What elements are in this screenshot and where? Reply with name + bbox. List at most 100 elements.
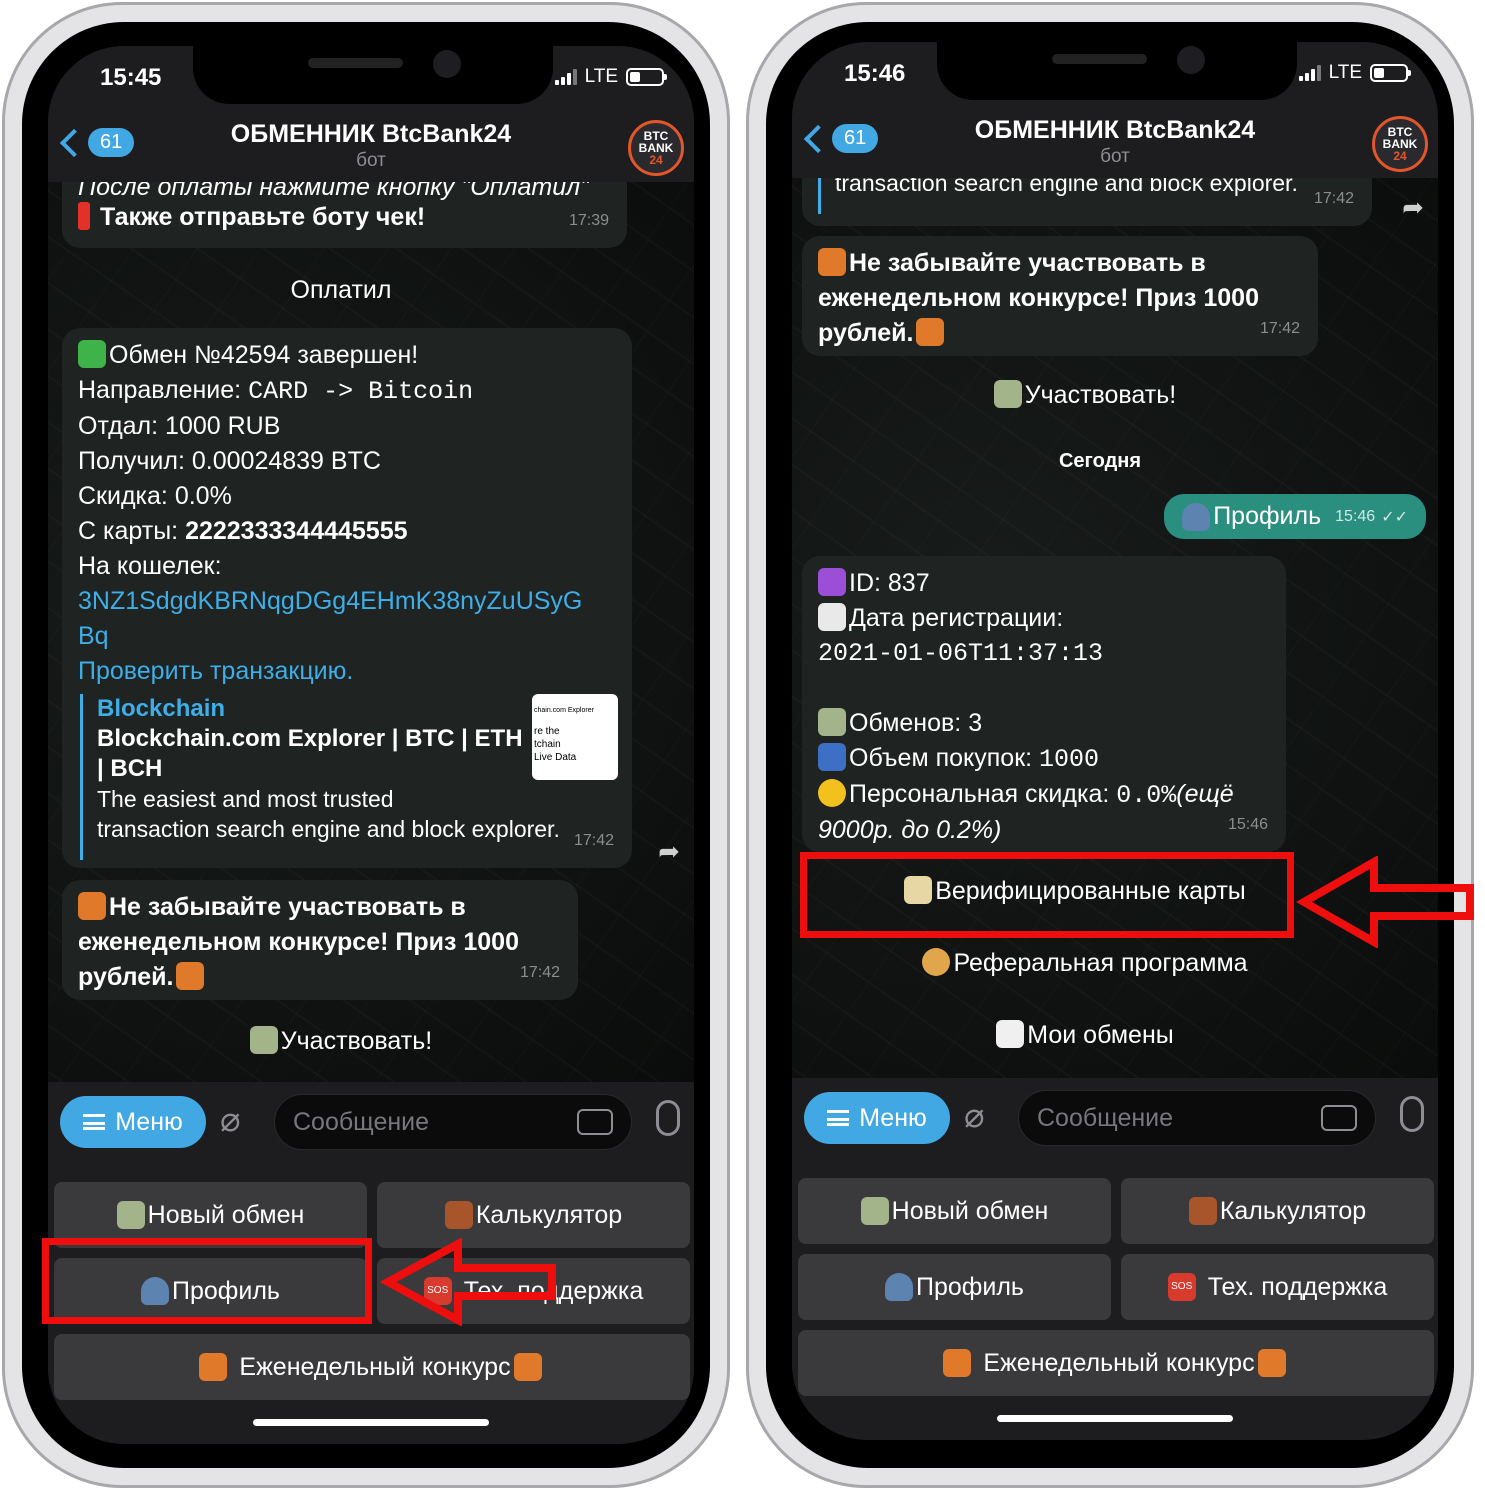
microphone-icon[interactable] <box>1400 1096 1424 1132</box>
money-icon <box>993 380 1022 408</box>
hamburger-icon <box>827 1110 850 1126</box>
volume-label: Объем покупок: <box>849 744 1040 772</box>
highlight-box-profile <box>42 1238 372 1324</box>
signal-icon <box>554 69 577 85</box>
microphone-icon[interactable] <box>656 1100 680 1136</box>
date-separator: Сегодня <box>1058 450 1142 472</box>
new-exchange-button[interactable]: Новый обмен <box>798 1178 1111 1244</box>
status-indicators: LTE <box>1298 62 1411 84</box>
abacus-icon <box>1188 1197 1217 1225</box>
gift-icon <box>513 1353 542 1381</box>
status-time: 15:45 <box>100 64 162 91</box>
contest-text: рублей. <box>78 963 174 991</box>
contest-text: Не забывайте участвовать в <box>109 893 466 921</box>
attach-icon[interactable]: ⌀ <box>220 1100 240 1140</box>
registration-date: 2021-01-06T11:37:13 <box>818 639 1104 668</box>
contest-button[interactable]: Еженедельный конкурс <box>54 1334 690 1400</box>
message-input[interactable]: Сообщение <box>1018 1090 1376 1146</box>
check-transaction-link[interactable]: Проверить транзакцию. <box>78 654 616 689</box>
person-icon <box>885 1273 914 1301</box>
volume-value: 1000 <box>1039 745 1100 774</box>
network-type: LTE <box>1328 62 1362 83</box>
message-time: 17:42 <box>519 964 560 981</box>
chat-subtitle: бот <box>1100 146 1130 167</box>
gift-icon <box>943 1349 972 1377</box>
chat-title: ОБМЕННИК BtcBank24 <box>974 116 1256 144</box>
menu-button[interactable]: Меню <box>804 1092 950 1144</box>
screen-right: transaction search engine and block expl… <box>792 42 1438 1440</box>
button-label: Новый обмен <box>147 1200 305 1229</box>
menu-button[interactable]: Меню <box>60 1096 206 1148</box>
chart-icon <box>818 743 846 771</box>
preview-thumbnail: chain.com Explorer re the tchain Live Da… <box>532 694 618 780</box>
support-button[interactable]: SOS Тех. поддержка <box>1121 1254 1434 1320</box>
preview-description: transaction search engine and block expl… <box>97 816 560 842</box>
profile-id: ID: 837 <box>849 569 930 597</box>
people-icon <box>922 948 951 976</box>
bot-avatar[interactable]: BTC BANK 24 <box>628 120 684 176</box>
referral-button[interactable]: Реферальная программа <box>792 948 1438 978</box>
registration-label: Дата регистрации: <box>849 604 1064 632</box>
paid-button[interactable]: Оплатил <box>48 276 694 305</box>
link-preview[interactable]: Blockchain Blockchain.com Explorer | BTC… <box>80 694 618 860</box>
got-amount: Получил: 0.00024839 BTC <box>78 447 381 475</box>
gift-icon <box>916 318 945 346</box>
person-icon <box>1182 502 1211 531</box>
my-exchanges-button[interactable]: Мои обмены <box>792 1020 1438 1050</box>
calculator-button[interactable]: Калькулятор <box>1121 1178 1434 1244</box>
battery-icon <box>626 68 667 86</box>
gift-icon <box>78 892 106 920</box>
keyboard-icon[interactable] <box>577 1109 613 1135</box>
wallet-address-link[interactable]: Bq <box>78 619 616 654</box>
contest-button[interactable]: Еженедельный конкурс <box>798 1330 1434 1396</box>
bot-avatar[interactable]: BTC BANK 24 <box>1372 116 1428 172</box>
share-icon[interactable]: ➦ <box>1398 192 1428 222</box>
exchange-icon <box>860 1197 889 1225</box>
exchanges-count: Обменов: 3 <box>849 709 983 737</box>
status-time: 15:46 <box>844 60 906 87</box>
keyboard-icon[interactable] <box>1321 1105 1357 1131</box>
avatar-text: 24 <box>1393 149 1407 163</box>
button-label: Калькулятор <box>475 1200 623 1229</box>
card-label: С карты: <box>78 517 186 545</box>
battery-icon <box>1370 64 1411 82</box>
preview-description: The easiest and most trusted <box>97 786 394 812</box>
thumbnail-text: Live Data <box>534 752 577 763</box>
exclamation-icon <box>78 202 90 230</box>
participate-button[interactable]: Участвовать! <box>792 380 1438 410</box>
calendar-icon <box>818 603 846 631</box>
wallet-label: На кошелек: <box>78 552 222 580</box>
outgoing-message: Профиль 15:46 ✓✓ <box>1164 494 1426 539</box>
discount-note: (ещё <box>1176 780 1234 808</box>
message-input[interactable]: Сообщение <box>274 1094 632 1150</box>
money-face-icon <box>818 779 846 807</box>
status-indicators: LTE <box>554 66 667 88</box>
gift-icon <box>176 962 205 990</box>
composer-area: Меню ⌀ Сообщение Новый обмен Калькулятор… <box>792 1078 1438 1440</box>
profile-button[interactable]: Профиль <box>798 1254 1111 1320</box>
my-exchanges-label: Мои обмены <box>1027 1021 1174 1049</box>
receipt-icon <box>996 1020 1025 1048</box>
gave-amount: Отдал: 1000 RUB <box>78 412 281 440</box>
message-exchange-completed: Обмен №42594 завершен! Направление: CARD… <box>62 328 632 868</box>
discount: Скидка: 0.0% <box>78 482 232 510</box>
contest-text: еженедельном конкурсе! Приз 1000 <box>78 928 519 956</box>
message-contest: Не забывайте участвовать в еженедельном … <box>802 236 1318 356</box>
wallet-address-link[interactable]: 3NZ1SdgdKBRNqgDGg4EHmK38nyZuUSyG <box>78 584 616 619</box>
exchange-icon <box>818 708 846 736</box>
message-time: 17:39 <box>568 212 609 229</box>
abacus-icon <box>444 1201 473 1229</box>
gift-icon <box>818 248 846 276</box>
attach-icon[interactable]: ⌀ <box>964 1096 984 1136</box>
money-icon <box>249 1026 278 1054</box>
menu-label: Меню <box>859 1103 927 1132</box>
avatar-text: 24 <box>649 153 663 167</box>
participate-button[interactable]: Участвовать! <box>48 1026 694 1056</box>
hamburger-icon <box>83 1114 106 1130</box>
discount-note: 9000р. до 0.2%) <box>818 816 1002 844</box>
button-label: Еженедельный конкурс <box>239 1352 511 1381</box>
signal-icon <box>1298 65 1321 81</box>
share-icon[interactable]: ➦ <box>654 836 684 866</box>
direction-label: Направление: <box>78 376 249 404</box>
gift-icon <box>1257 1349 1286 1377</box>
